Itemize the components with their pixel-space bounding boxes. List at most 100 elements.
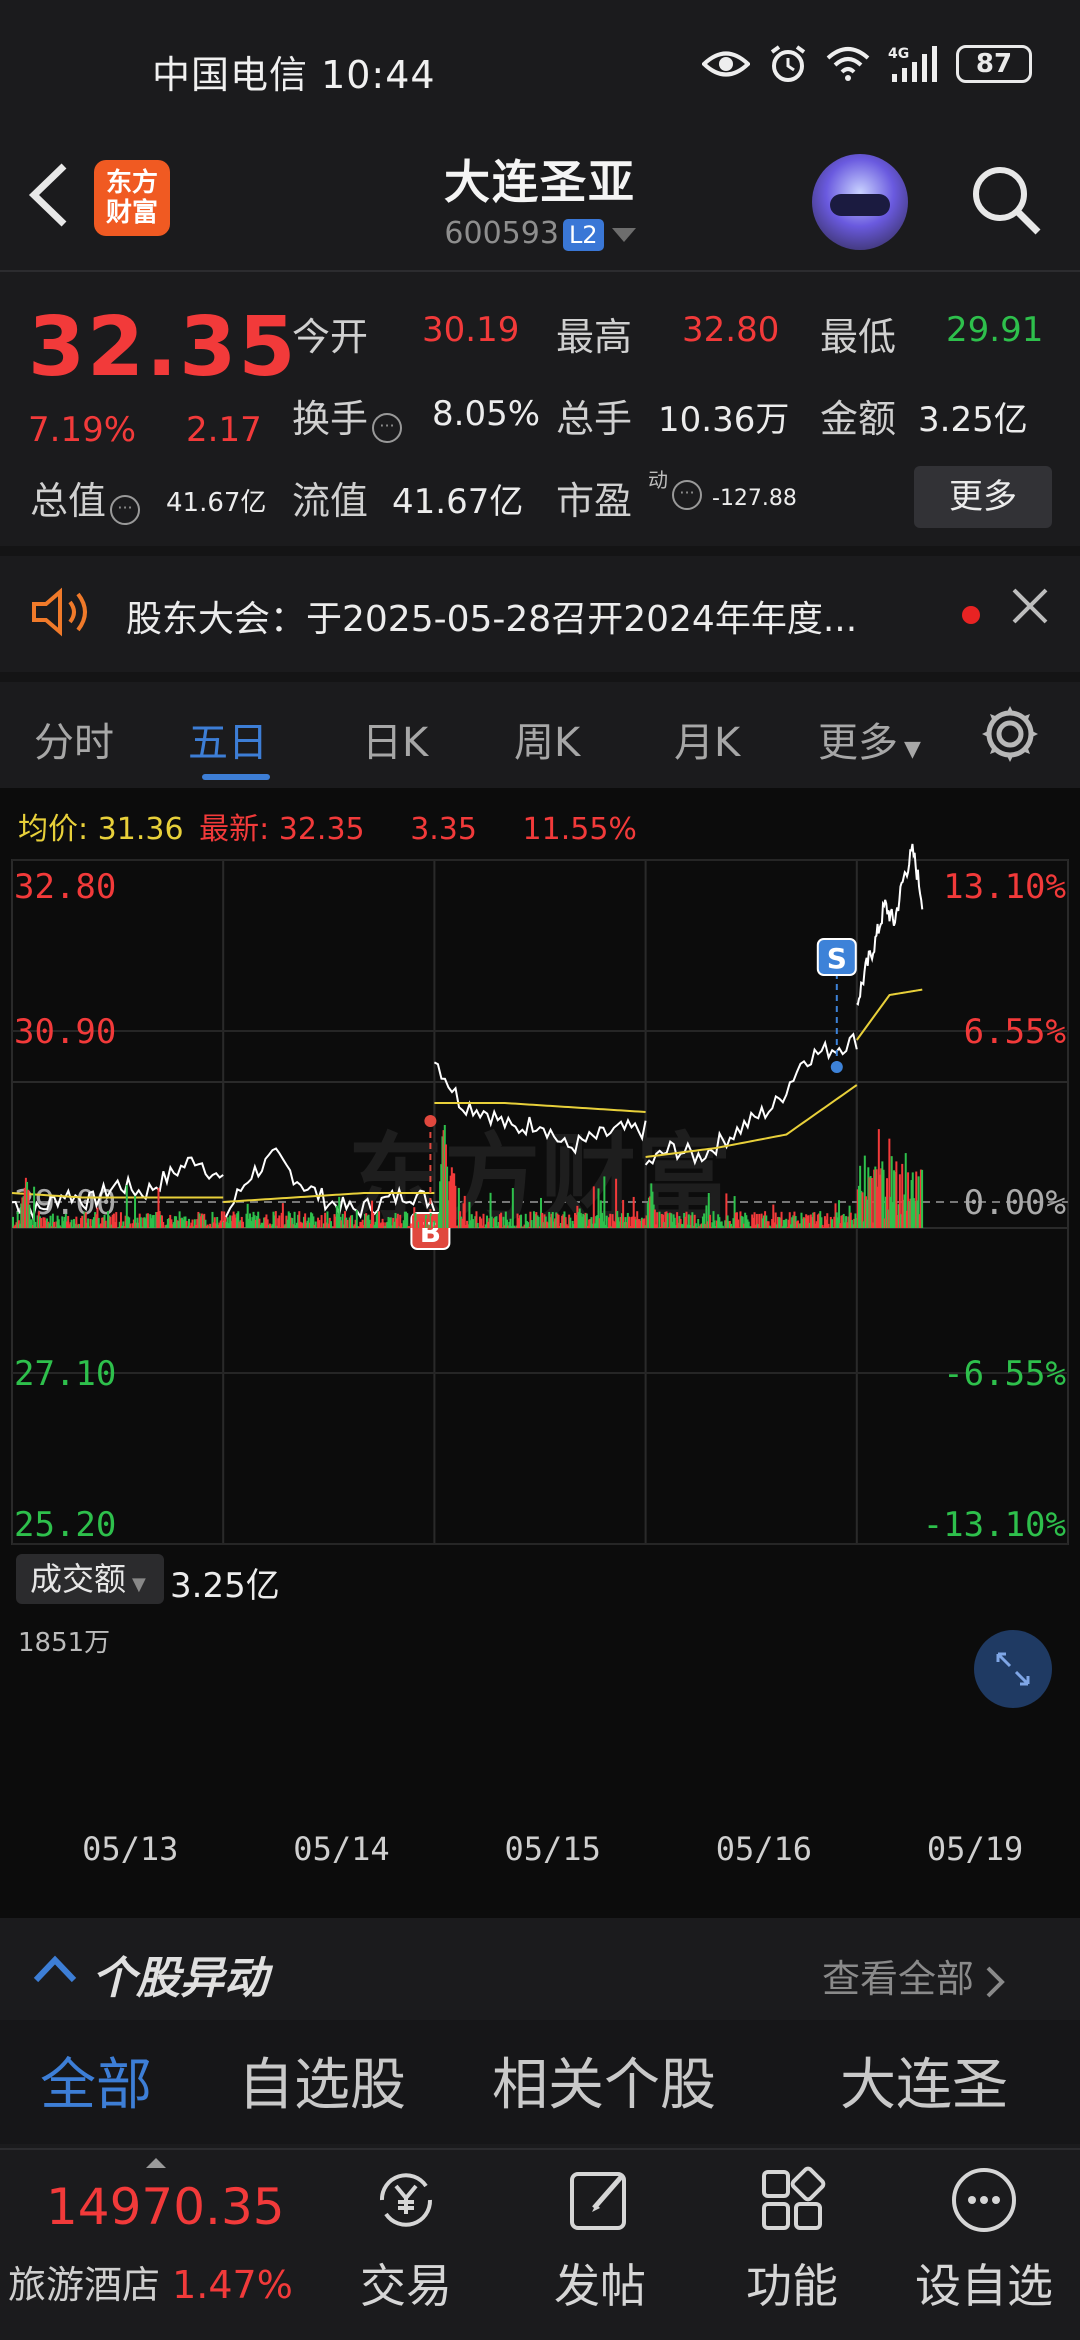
view-all-link[interactable]: 查看全部 xyxy=(822,1948,1006,2003)
close-icon xyxy=(1012,588,1048,624)
volume-value: 10.36万 xyxy=(658,400,790,440)
divider xyxy=(0,672,1080,682)
y-tick-left: 25.20 xyxy=(14,1505,116,1545)
tab-more[interactable]: 更多 ▼ xyxy=(818,710,921,768)
volume-bar xyxy=(721,1225,724,1228)
volume-bar xyxy=(463,1195,466,1228)
gear-icon[interactable] xyxy=(978,702,1042,766)
volume-bar xyxy=(780,1211,783,1228)
info-icon[interactable]: ··· xyxy=(672,480,702,510)
nav-functions[interactable]: 功能 xyxy=(722,2150,862,2316)
volume-selector[interactable]: 成交额 ▼ xyxy=(16,1554,164,1604)
y-tick-right: 0.00% xyxy=(964,1183,1066,1223)
eastmoney-logo[interactable]: 东方 财富 xyxy=(94,160,170,236)
notice-text[interactable]: 股东大会：于2025-05-28召开2024年年度... xyxy=(126,590,857,642)
volume-bar xyxy=(406,1213,409,1228)
volume-bar xyxy=(396,1213,399,1228)
volume-bar xyxy=(482,1213,485,1228)
volume-bar xyxy=(691,1212,694,1228)
volume-bar xyxy=(146,1213,149,1228)
view-all-label: 查看全部 xyxy=(822,1957,975,2001)
notice-bar[interactable]: 股东大会：于2025-05-28召开2024年年度... xyxy=(0,556,1080,670)
nav-post[interactable]: 发帖 xyxy=(530,2150,670,2316)
volume-bar xyxy=(81,1215,84,1228)
pe-value: -127.88 xyxy=(712,486,797,511)
volume-bar xyxy=(454,1185,457,1228)
volume-total: 3.25亿 xyxy=(170,1566,280,1606)
search-icon xyxy=(973,167,1041,235)
carrier-time: 中国电信 10:44 xyxy=(152,53,436,97)
y-tick-right: 6.55% xyxy=(964,1012,1066,1052)
open-value: 30.19 xyxy=(422,310,520,350)
volume-bar xyxy=(430,1216,433,1228)
y-tick-left: 27.10 xyxy=(14,1354,116,1394)
nav-trade[interactable]: 交易 xyxy=(336,2150,476,2316)
level2-badge: L2 xyxy=(562,219,604,251)
current-price: 32.35 xyxy=(28,300,298,395)
assistant-robot-avatar[interactable] xyxy=(812,154,908,250)
category-related[interactable]: 相关个股 xyxy=(492,2040,716,2121)
index-value[interactable]: 14970.35 xyxy=(46,2178,285,2236)
tab-weekly-k[interactable]: 周K xyxy=(514,710,580,768)
volume-bar xyxy=(314,1221,317,1228)
chart-area[interactable]: 均价: 31.36 最新: 32.35 3.35 11.55% 东方财富 32.8… xyxy=(0,788,1080,1918)
x-date-label: 05/14 xyxy=(293,1830,389,1868)
yuan-exchange-icon xyxy=(379,2173,433,2227)
tab-daily-k[interactable]: 日K xyxy=(362,710,428,768)
info-icon[interactable]: ··· xyxy=(110,494,141,525)
x-date-label: 05/16 xyxy=(716,1830,812,1868)
movement-category-tabs: 全部 自选股 相关个股 大连圣 xyxy=(0,2020,1080,2144)
quote-panel: 32.35 7.19% 2.17 今开 30.19 最高 32.80 最低 29… xyxy=(0,272,1080,544)
eye-icon xyxy=(702,51,750,77)
volume-bar xyxy=(830,1219,833,1228)
back-button[interactable] xyxy=(24,160,84,240)
volume-max-label: 1851万 xyxy=(18,1628,111,1658)
volume-bar xyxy=(119,1212,122,1228)
nav-add-watchlist[interactable]: 设自选 xyxy=(914,2150,1054,2316)
info-icon[interactable]: ··· xyxy=(372,412,403,443)
search-button[interactable] xyxy=(966,160,1046,240)
wifi-icon xyxy=(826,47,870,81)
volume-bar xyxy=(162,1221,165,1228)
expand-button[interactable] xyxy=(974,1630,1052,1708)
volume-bar xyxy=(49,1215,52,1228)
tab-five-day[interactable]: 五日 xyxy=(188,710,268,768)
close-button[interactable] xyxy=(1008,582,1052,640)
change-amount: 2.17 xyxy=(186,410,262,450)
volume-bar xyxy=(129,1223,132,1228)
category-all[interactable]: 全部 xyxy=(40,2040,152,2121)
back-arrow-icon xyxy=(28,163,67,227)
volume-bar xyxy=(346,1219,349,1228)
y-tick-right: -6.55% xyxy=(943,1354,1066,1394)
index-pct: 1.47% xyxy=(172,2263,293,2307)
expand-icon xyxy=(996,1652,1030,1686)
speaker-icon xyxy=(32,587,87,637)
volume-bar xyxy=(281,1203,284,1228)
more-icon xyxy=(952,2168,1016,2232)
volume-bar xyxy=(530,1220,533,1228)
category-stock[interactable]: 大连圣 xyxy=(840,2040,1008,2121)
volume-bar xyxy=(139,1217,142,1228)
volume-bar xyxy=(318,1220,321,1228)
nav-functions-label: 功能 xyxy=(746,2259,838,2313)
more-button[interactable]: 更多 xyxy=(914,466,1052,528)
volume-bar xyxy=(520,1214,523,1228)
unread-dot xyxy=(962,606,980,624)
sell-marker-label: S xyxy=(827,942,847,975)
index-name-row[interactable]: 旅游酒店 1.47% xyxy=(8,2254,293,2309)
category-watchlist[interactable]: 自选股 xyxy=(238,2040,406,2121)
change-percent: 7.19% xyxy=(28,410,137,450)
stock-movement-header[interactable]: 个股异动 查看全部 xyxy=(0,1920,1080,2020)
tab-intraday[interactable]: 分时 xyxy=(34,710,114,768)
high-label: 最高 xyxy=(556,315,633,359)
tab-monthly-k[interactable]: 月K xyxy=(674,710,740,768)
low-value: 29.91 xyxy=(946,310,1044,350)
five-day-chart[interactable]: 东方财富32.8030.9029.0027.1025.2013.10%6.55%… xyxy=(0,788,1080,1918)
volume-bar xyxy=(115,1212,118,1228)
volume-bar xyxy=(605,1215,608,1228)
open-label: 今开 xyxy=(292,315,369,359)
volume-bar xyxy=(152,1215,155,1228)
chevron-right-icon xyxy=(986,1966,1005,1997)
logo-line-1: 东方 xyxy=(105,168,158,198)
volume-bar xyxy=(827,1223,830,1228)
